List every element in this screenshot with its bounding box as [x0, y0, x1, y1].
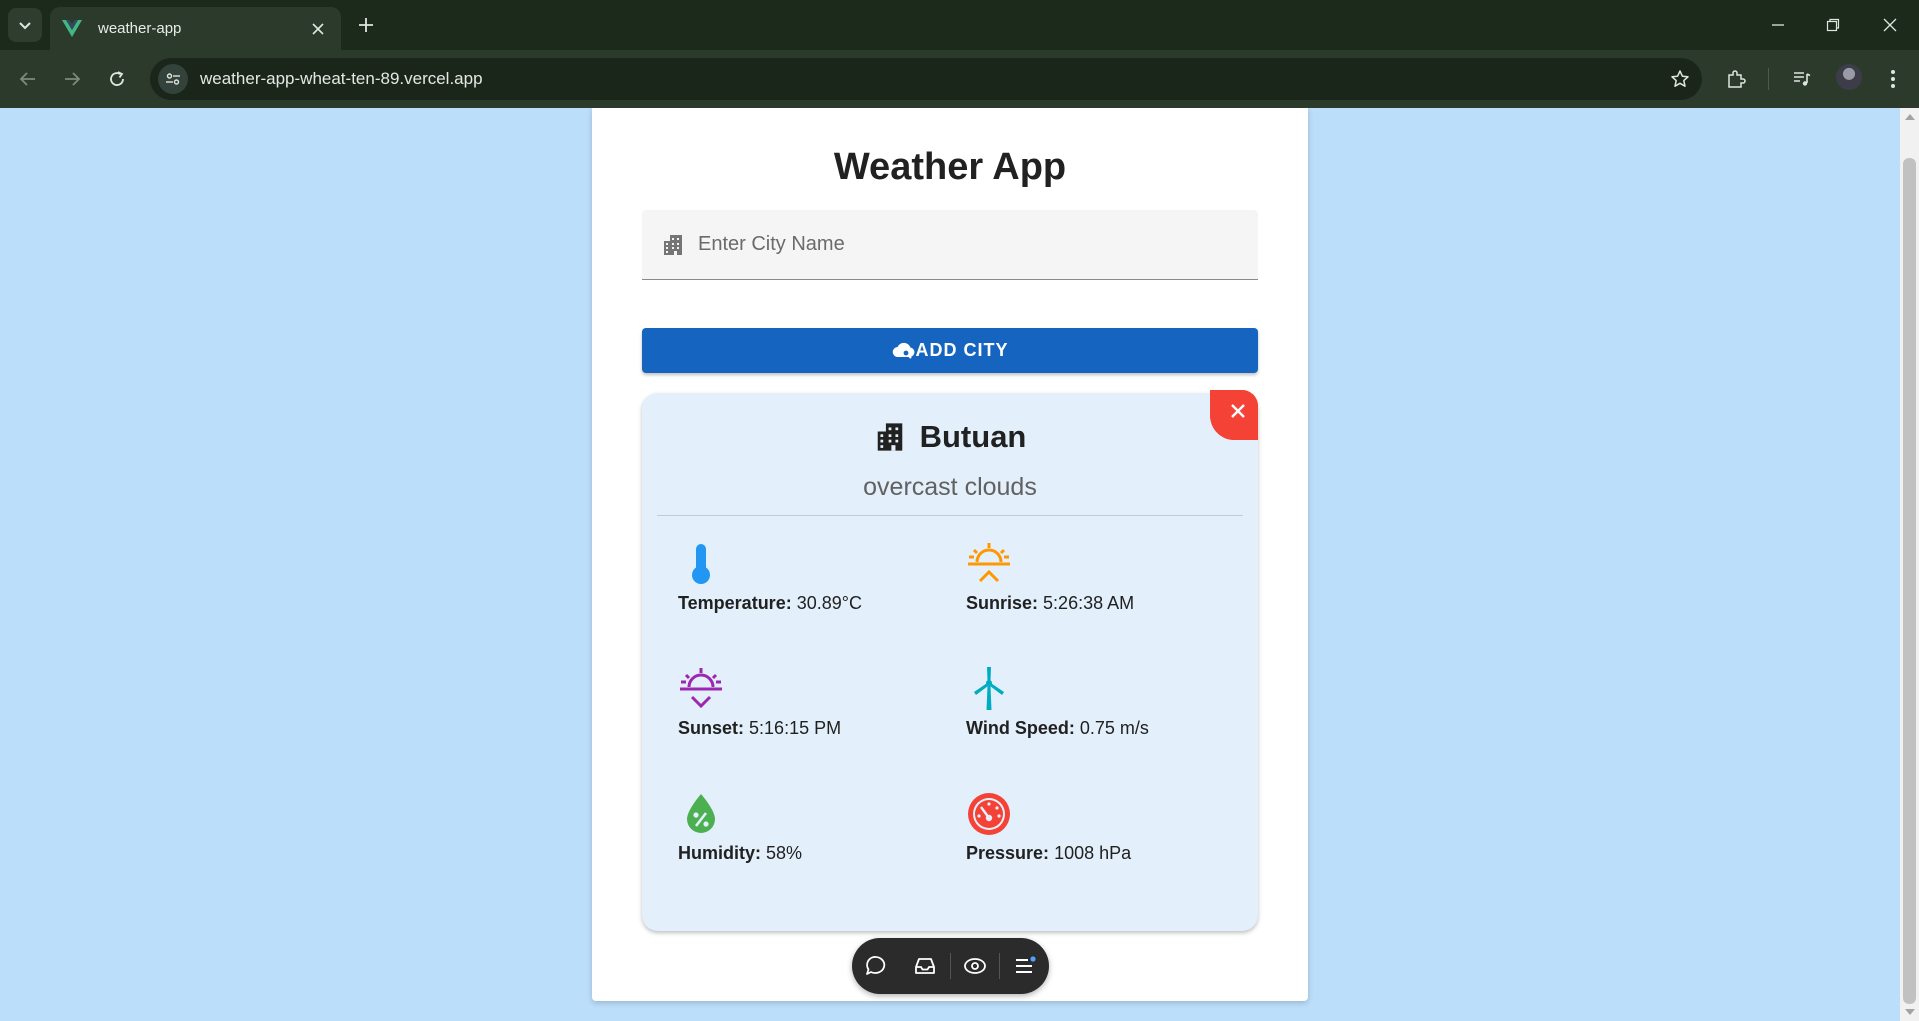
card-divider: [657, 515, 1243, 516]
close-window-icon: [1883, 18, 1897, 32]
stat-pressure: Pressure: 1008 hPa: [966, 791, 1226, 864]
stat-label: Sunset:: [678, 718, 745, 738]
menu-button[interactable]: [1005, 946, 1044, 986]
wind-turbine-icon: [966, 666, 1012, 712]
toolbar-separator: [949, 953, 951, 979]
stat-label: Wind Speed:: [966, 718, 1075, 738]
add-city-button[interactable]: ADD CITY: [642, 328, 1258, 373]
toolbar-separator: [1768, 68, 1769, 90]
extensions-icon: [1728, 70, 1746, 88]
menu-icon: [1015, 956, 1036, 973]
restore-button[interactable]: [1815, 10, 1851, 40]
comment-button[interactable]: [857, 946, 896, 986]
app-title: Weather App: [833, 146, 1067, 188]
city-search-input[interactable]: [698, 233, 1238, 256]
new-tab-button[interactable]: [352, 11, 380, 39]
tab-close-icon[interactable]: [307, 18, 329, 40]
scroll-up-arrow-icon[interactable]: [1905, 114, 1915, 120]
media-controls-button[interactable]: [1784, 61, 1820, 97]
stat-sunrise: Sunrise: 5:26:38 AM: [966, 541, 1226, 614]
reload-button[interactable]: [99, 61, 135, 97]
minimize-icon: [1772, 24, 1784, 26]
humidity-icon: [678, 791, 724, 837]
site-info-icon[interactable]: [158, 64, 188, 94]
page-scrollbar[interactable]: [1900, 108, 1919, 1021]
stat-value: 30.89°C: [796, 593, 862, 613]
stat-value: 5:26:38 AM: [1043, 593, 1135, 613]
city-building-icon: [660, 232, 686, 258]
browser-tab[interactable]: weather-app: [50, 7, 341, 50]
bookmark-star-icon[interactable]: [1662, 61, 1698, 97]
stat-sunset: Sunset: 5:16:15 PM: [678, 666, 938, 739]
toolbar-separator: [999, 953, 1001, 979]
sunrise-icon: [966, 541, 1012, 587]
back-icon: [19, 72, 35, 86]
browser-menu-button[interactable]: [1875, 61, 1911, 97]
vue-favicon-icon: [62, 19, 82, 39]
preview-button[interactable]: [956, 946, 995, 986]
app-container: Weather App ADD CITY Butuan over: [592, 108, 1308, 1001]
stat-value: 5:16:15 PM: [749, 718, 842, 738]
stat-value: 0.75 m/s: [1079, 718, 1149, 738]
close-icon: [1231, 404, 1245, 418]
close-window-button[interactable]: [1872, 10, 1908, 40]
tab-title: weather-app: [98, 20, 182, 37]
url-text[interactable]: weather-app-wheat-ten-89.vercel.app: [200, 69, 1662, 89]
reload-icon: [110, 71, 124, 86]
weather-card: Butuan overcast clouds Temperature: 30.8…: [642, 390, 1258, 931]
inbox-icon: [915, 958, 936, 974]
tab-search-button[interactable]: [8, 8, 42, 42]
cloud-search-icon: [892, 339, 916, 363]
minimize-button[interactable]: [1760, 10, 1796, 40]
inbox-button[interactable]: [906, 946, 945, 986]
browser-toolbar: weather-app-wheat-ten-89.vercel.app: [0, 50, 1919, 108]
city-building-icon: [874, 421, 906, 453]
restore-icon: [1826, 18, 1840, 32]
scroll-down-arrow-icon[interactable]: [1905, 1009, 1915, 1015]
eye-icon: [963, 958, 986, 974]
stat-value: 58%: [766, 843, 803, 863]
gauge-icon: [966, 791, 1012, 837]
extensions-button[interactable]: [1718, 61, 1754, 97]
chevron-down-icon: [19, 22, 31, 30]
comment-icon: [866, 956, 886, 975]
browser-tab-bar: weather-app: [0, 0, 1919, 50]
forward-button[interactable]: [54, 61, 90, 97]
stat-label: Temperature:: [678, 593, 792, 613]
stat-value: 1008 hPa: [1054, 843, 1132, 863]
city-search-field[interactable]: [642, 210, 1258, 280]
stat-label: Pressure:: [966, 843, 1050, 863]
kebab-menu-icon: [1891, 70, 1895, 88]
stat-humidity: Humidity: 58%: [678, 791, 938, 864]
media-icon: [1794, 72, 1811, 86]
stat-temperature: Temperature: 30.89°C: [678, 541, 938, 614]
city-name: Butuan: [919, 419, 1027, 454]
sunset-icon: [678, 666, 724, 712]
city-heading: Butuan: [642, 419, 1258, 455]
weather-condition: overcast clouds: [863, 473, 1037, 501]
overlay-toolbar: [852, 938, 1049, 994]
back-button[interactable]: [10, 61, 46, 97]
stat-label: Humidity:: [678, 843, 761, 863]
add-city-label: ADD CITY: [915, 340, 1009, 360]
stat-label: Sunrise:: [966, 593, 1039, 613]
forward-icon: [65, 72, 81, 86]
profile-avatar[interactable]: [1836, 64, 1862, 90]
stat-wind-speed: Wind Speed: 0.75 m/s: [966, 666, 1226, 739]
plus-icon: [359, 18, 373, 32]
thermometer-icon: [678, 541, 724, 587]
page-viewport: Weather App ADD CITY Butuan over: [0, 108, 1900, 1021]
scroll-thumb[interactable]: [1903, 158, 1916, 1004]
address-bar[interactable]: weather-app-wheat-ten-89.vercel.app: [150, 58, 1702, 100]
